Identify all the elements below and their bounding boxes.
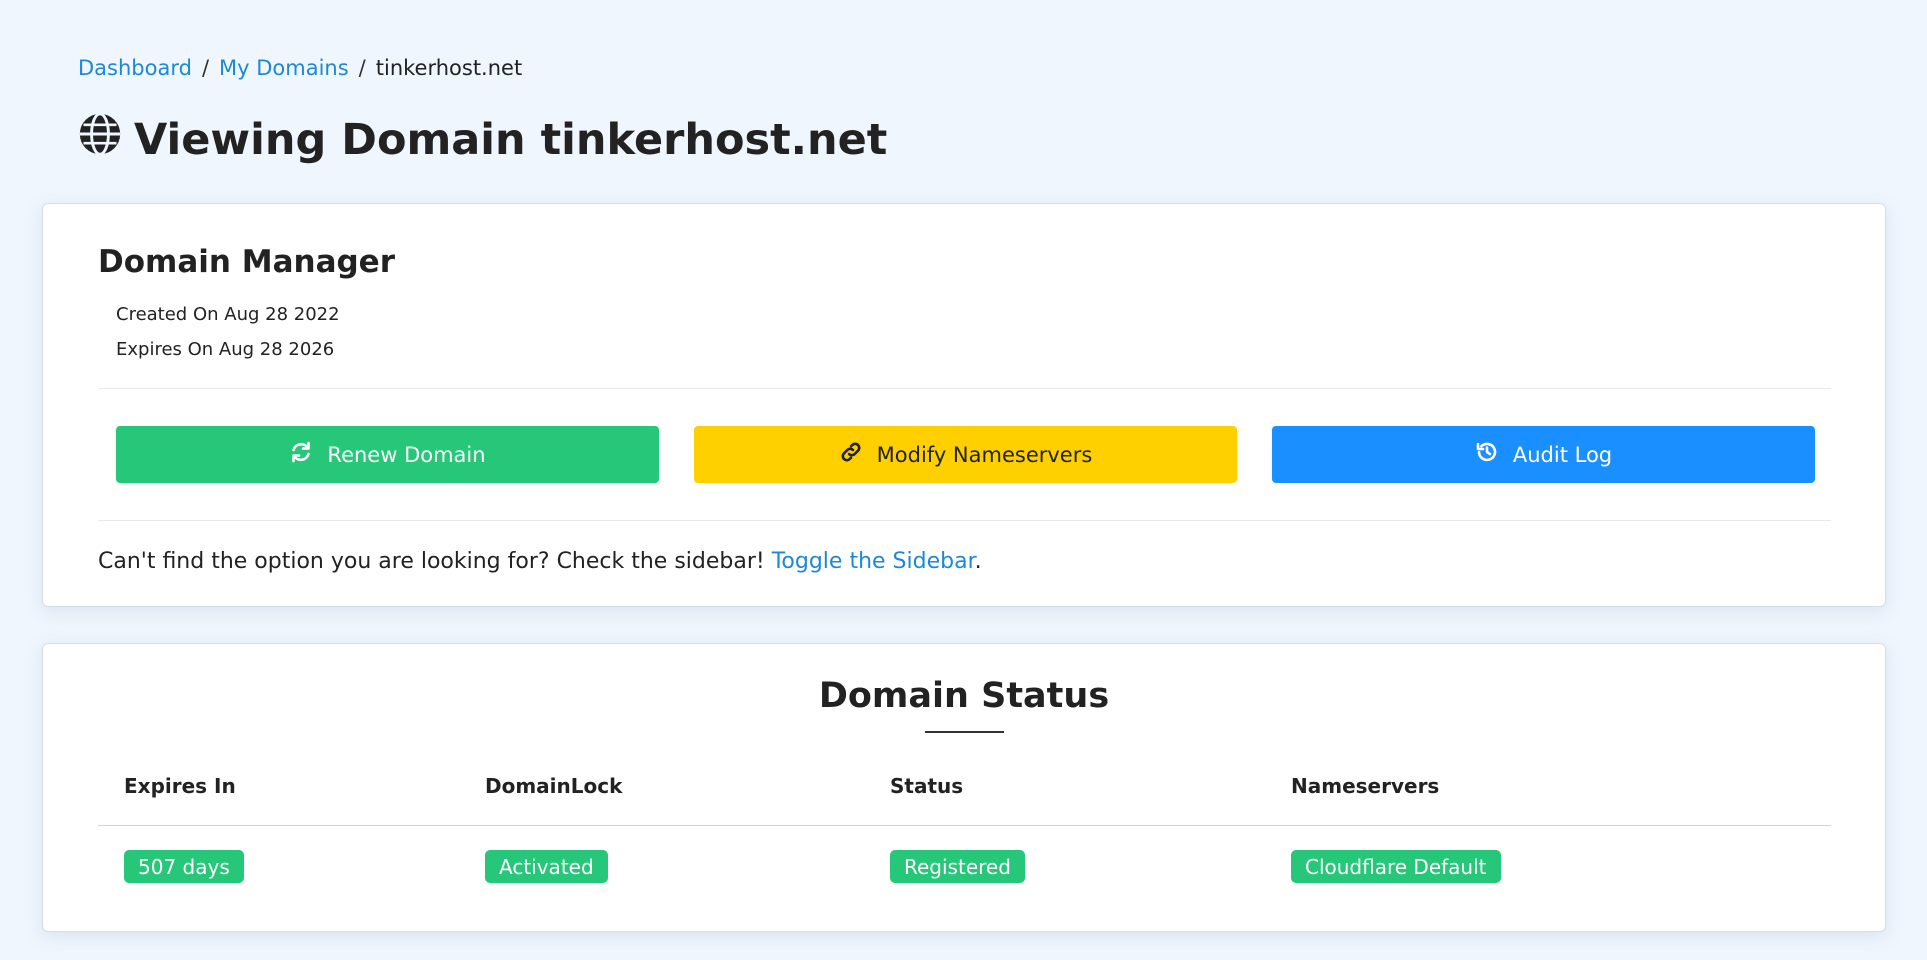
globe-icon — [78, 112, 122, 167]
domain-status-title: Domain Status — [818, 676, 1110, 716]
domain-status-card: Domain Status Expires In DomainLock Stat… — [42, 643, 1886, 932]
domainlock-badge: Activated — [485, 850, 608, 883]
page-title-text: Viewing Domain tinkerhost.net — [134, 114, 888, 165]
status-badge: Registered — [890, 850, 1025, 883]
help-text: Can't find the option you are looking fo… — [98, 549, 765, 574]
expires-date: Expires On Aug 28 2026 — [116, 339, 335, 360]
breadcrumb-dashboard-link[interactable]: Dashboard — [78, 56, 192, 80]
help-suffix: . — [974, 549, 982, 574]
renew-domain-button[interactable]: Renew Domain — [116, 426, 659, 483]
column-header-domainlock: DomainLock — [485, 774, 623, 798]
domain-manager-card: Domain Manager Created On Aug 28 2022 Ex… — [42, 203, 1886, 607]
divider — [98, 520, 1831, 521]
audit-log-button[interactable]: Audit Log — [1272, 426, 1815, 483]
divider — [98, 388, 1831, 389]
column-header-nameservers: Nameservers — [1291, 774, 1440, 798]
table-divider — [98, 825, 1831, 826]
breadcrumb-my-domains-link[interactable]: My Domains — [219, 56, 349, 80]
breadcrumb-separator: / — [201, 56, 210, 80]
nameservers-badge: Cloudflare Default — [1291, 850, 1501, 883]
expires-in-badge: 507 days — [124, 850, 244, 883]
renew-domain-label: Renew Domain — [327, 442, 486, 467]
breadcrumb: Dashboard / My Domains / tinkerhost.net — [78, 56, 522, 80]
page-title: Viewing Domain tinkerhost.net — [78, 112, 887, 167]
modify-nameservers-button[interactable]: Modify Nameservers — [694, 426, 1237, 483]
column-header-expires-in: Expires In — [124, 774, 236, 798]
toggle-sidebar-link[interactable]: Toggle the Sidebar — [772, 549, 975, 574]
modify-nameservers-label: Modify Nameservers — [876, 442, 1093, 467]
refresh-icon — [289, 440, 313, 469]
domain-manager-title: Domain Manager — [98, 244, 395, 280]
breadcrumb-separator: / — [358, 56, 366, 80]
breadcrumb-current: tinkerhost.net — [375, 56, 523, 80]
audit-log-label: Audit Log — [1512, 442, 1613, 467]
title-underline — [925, 731, 1004, 733]
history-icon — [1475, 440, 1499, 469]
page-root: Dashboard / My Domains / tinkerhost.net … — [0, 0, 1927, 960]
column-header-status: Status — [890, 774, 964, 798]
created-date: Created On Aug 28 2022 — [116, 304, 340, 325]
sidebar-help-text: Can't find the option you are looking fo… — [98, 549, 982, 574]
link-icon — [839, 440, 863, 469]
